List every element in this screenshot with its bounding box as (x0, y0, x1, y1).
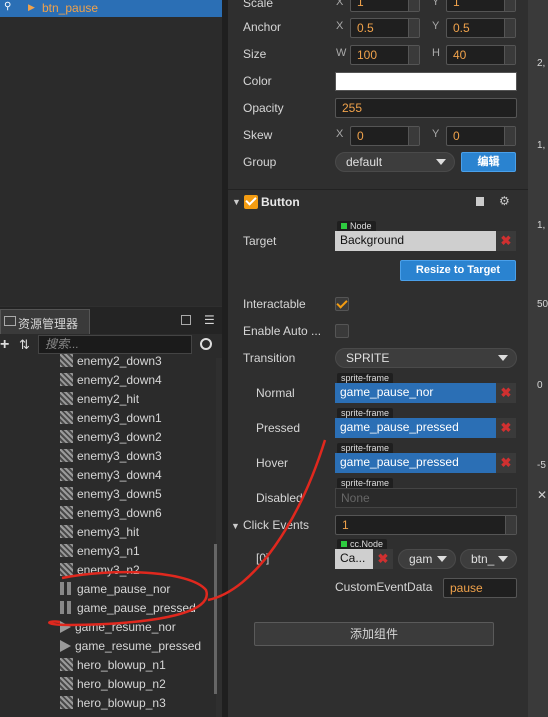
annotation-overlay (48, 439, 327, 627)
annotation-circle (48, 570, 208, 627)
annotation-line (207, 439, 327, 602)
